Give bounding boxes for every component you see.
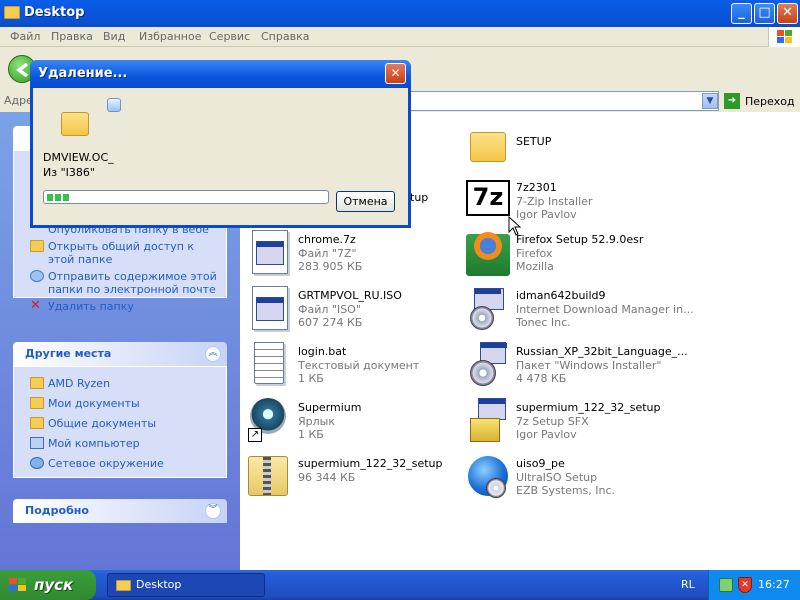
- firefox-installer-icon: [466, 232, 510, 276]
- place-my-computer[interactable]: Мой компьютер: [30, 437, 140, 450]
- menu-favorites[interactable]: Избранное: [139, 30, 201, 43]
- chevron-up-icon[interactable]: ︽: [205, 346, 221, 362]
- clock: 16:27: [758, 578, 790, 591]
- folder-icon: [30, 417, 44, 429]
- security-shield-icon[interactable]: ✕: [738, 577, 752, 593]
- maximize-button[interactable]: □: [754, 3, 775, 24]
- dialog-close-button[interactable]: ✕: [385, 63, 406, 84]
- file-item-supermium-sfx[interactable]: supermium_122_32_setup 7z Setup SFX Igor…: [466, 398, 736, 458]
- recycle-bin-icon: [107, 98, 121, 112]
- folder-icon: [61, 112, 89, 136]
- file-item-russian-xp-language[interactable]: Russian_XP_32bit_Language_... Пакет "Win…: [466, 342, 736, 402]
- file-icon: [252, 286, 288, 330]
- place-network[interactable]: Сетевое окружение: [30, 457, 164, 470]
- share-folder-link[interactable]: Открыть общий доступ к этой папке: [30, 240, 218, 266]
- file-item-idman[interactable]: idman642build9 Internet Download Manager…: [466, 286, 736, 346]
- delete-x-icon: ✕: [30, 298, 41, 313]
- window-title: Desktop: [24, 5, 85, 20]
- supermium-shortcut-icon: ↗: [248, 398, 292, 444]
- progress-segment: [63, 194, 69, 201]
- delete-folder-link[interactable]: ✕ Удалить папку: [30, 299, 134, 313]
- other-places-panel: AMD Ryzen Мои документы Общие документы …: [13, 366, 227, 478]
- folder-icon: [116, 580, 131, 591]
- delete-progress-bar: [43, 190, 329, 204]
- menu-file[interactable]: Файл: [10, 30, 40, 43]
- menu-view[interactable]: Вид: [103, 30, 125, 43]
- language-indicator[interactable]: RL: [681, 578, 695, 591]
- file-icon: [252, 230, 288, 274]
- file-item-firefox[interactable]: Firefox Setup 52.9.0esr Firefox Mozilla: [466, 230, 736, 290]
- go-button[interactable]: Переход: [745, 95, 795, 108]
- mouse-cursor-icon: [508, 216, 522, 236]
- taskbar-button-desktop[interactable]: Desktop: [107, 573, 265, 597]
- dialog-file-name: DMVIEW.OC_: [43, 151, 114, 164]
- share-folder-icon: [30, 240, 44, 252]
- email-folder-link[interactable]: Отправить содержимое этой папки по элект…: [30, 270, 218, 296]
- network-tray-icon[interactable]: [719, 578, 733, 592]
- go-arrow-icon[interactable]: ➜: [724, 93, 740, 109]
- details-title: Подробно: [25, 504, 89, 517]
- folder-icon: [470, 132, 506, 162]
- 7zip-icon: 7z: [466, 180, 510, 216]
- address-label: Адре: [4, 94, 33, 107]
- folder-icon: [4, 6, 20, 19]
- folder-icon: [30, 377, 44, 389]
- chevron-down-icon[interactable]: ︾: [205, 503, 221, 519]
- menu-help[interactable]: Справка: [261, 30, 309, 43]
- partial-file-label: tup: [410, 191, 429, 204]
- installer-cd-icon: [468, 286, 508, 330]
- chevron-down-icon[interactable]: ▼: [702, 93, 718, 109]
- windows-start-icon: [9, 578, 26, 591]
- zip-archive-icon: [248, 456, 288, 496]
- menu-edit[interactable]: Правка: [51, 30, 93, 43]
- file-item-7z2301[interactable]: 7z 7z2301 7-Zip Installer Igor Pavlov: [466, 178, 736, 238]
- ultraiso-icon: [466, 454, 510, 500]
- window-title-bar: Desktop _ □ ✕: [0, 0, 800, 27]
- cancel-button[interactable]: Отмена: [336, 191, 395, 212]
- place-amd-ryzen[interactable]: AMD Ryzen: [30, 377, 110, 390]
- installer-cd-icon: [468, 342, 508, 386]
- place-shared-documents[interactable]: Общие документы: [30, 417, 156, 430]
- folder-icon: [30, 397, 44, 409]
- text-document-icon: [254, 342, 284, 384]
- menu-bar: Файл Правка Вид Избранное Сервис Справка: [0, 27, 800, 47]
- dialog-title: Удаление...: [38, 66, 128, 81]
- windows-flag-icon: [768, 27, 800, 47]
- file-item-uiso9-pe[interactable]: uiso9_pe UltraISO Setup EZB Systems, Inc…: [466, 454, 736, 514]
- sfx-installer-icon: [468, 398, 508, 444]
- computer-icon: [30, 437, 44, 449]
- place-my-documents[interactable]: Мои документы: [30, 397, 140, 410]
- progress-segment: [47, 194, 53, 201]
- email-icon: [30, 270, 44, 282]
- close-button[interactable]: ✕: [777, 3, 798, 24]
- dialog-source-folder: Из "I386": [43, 166, 95, 179]
- dialog-title-bar: Удаление...: [30, 60, 411, 88]
- progress-segment: [55, 194, 61, 201]
- details-header[interactable]: Подробно ︾: [13, 499, 227, 523]
- minimize-button[interactable]: _: [731, 3, 752, 24]
- other-places-title: Другие места: [25, 347, 112, 360]
- menu-tools[interactable]: Сервис: [209, 30, 250, 43]
- other-places-header[interactable]: Другие места ︽: [13, 342, 227, 366]
- file-item-setup[interactable]: SETUP: [466, 124, 736, 184]
- network-icon: [30, 457, 44, 469]
